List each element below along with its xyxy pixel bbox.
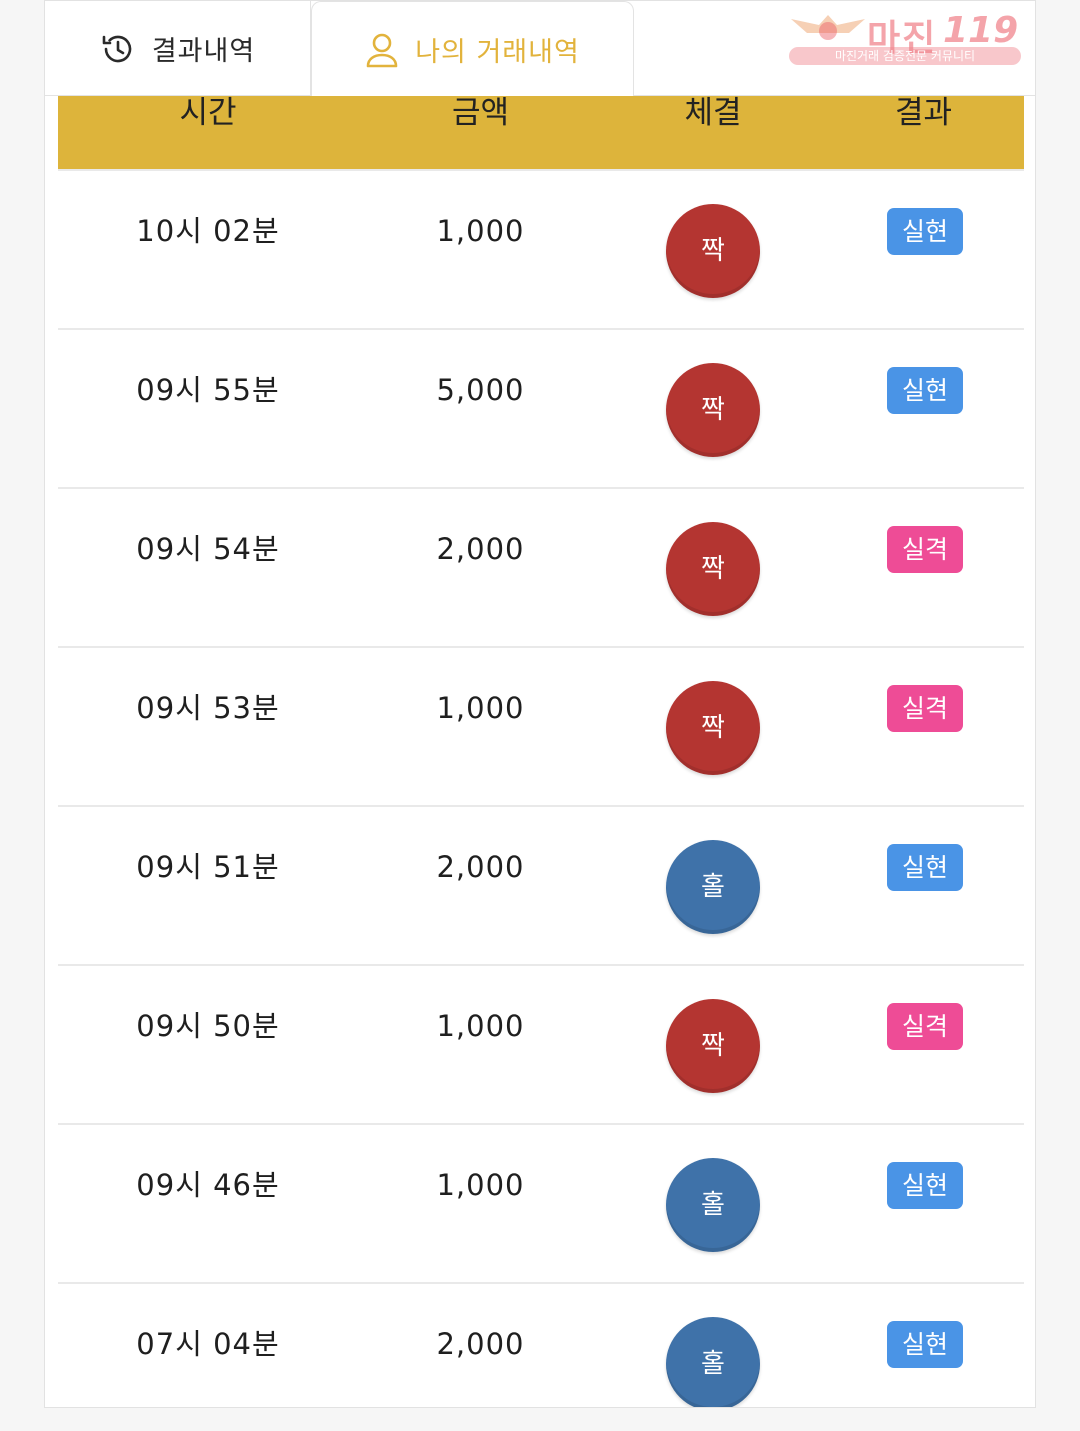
side-chip: 짝	[666, 522, 760, 616]
header-amount: 금액	[451, 95, 510, 131]
side-chip: 짝	[666, 999, 760, 1093]
table-row: 09시 51분 2,000 홀 실현	[58, 807, 1024, 966]
side-chip: 짝	[666, 681, 760, 775]
header-side: 체결	[684, 95, 742, 131]
result-badge: 실현	[887, 844, 963, 891]
row-time: 10시 02분	[136, 214, 280, 248]
watermark-subtitle: 마진거래 검증전문 커뮤니티	[789, 47, 1021, 65]
table-header: 시간 금액 체결 결과	[58, 96, 1024, 171]
table-row: 07시 04분 2,000 홀 실현	[58, 1284, 1024, 1407]
side-chip: 홀	[666, 840, 760, 934]
tab-my-trades[interactable]: 나의 거래내역	[311, 1, 634, 97]
user-icon	[365, 32, 399, 68]
table-row: 09시 55분 5,000 짝 실현	[58, 330, 1024, 489]
tab-results-label: 결과내역	[151, 36, 256, 67]
eagle-emblem-icon	[791, 15, 865, 40]
table-row: 09시 54분 2,000 짝 실격	[58, 489, 1024, 648]
table-row: 10시 02분 1,000 짝 실현	[58, 171, 1024, 330]
side-chip: 짝	[666, 204, 760, 298]
row-amount: 2,000	[436, 532, 525, 566]
row-time: 09시 51분	[136, 850, 280, 884]
tab-results[interactable]: 결과내역	[45, 1, 311, 96]
header-result: 결과	[894, 95, 953, 131]
side-chip: 짝	[666, 363, 760, 457]
watermark-number: 119	[943, 10, 1019, 51]
row-time: 07시 04분	[136, 1327, 280, 1361]
row-amount: 2,000	[436, 1327, 525, 1361]
row-time: 09시 46분	[136, 1168, 280, 1202]
tab-my-trades-label: 나의 거래내역	[415, 37, 580, 68]
table-row: 09시 46분 1,000 홀 실현	[58, 1125, 1024, 1284]
watermark-logo: 마진 119 마진거래 검증전문 커뮤니티	[789, 10, 1021, 65]
result-badge: 실현	[887, 1321, 963, 1368]
result-badge: 실현	[887, 367, 963, 414]
side-chip: 홀	[666, 1317, 760, 1407]
header-time: 시간	[179, 95, 237, 131]
side-chip: 홀	[666, 1158, 760, 1252]
table-row: 09시 53분 1,000 짝 실격	[58, 648, 1024, 807]
trade-history-panel: 결과내역 나의 거래내역 마진 119 마진거래 검증전문 커뮤니티 시간 금액…	[44, 0, 1036, 1408]
row-time: 09시 50분	[136, 1009, 280, 1043]
row-amount: 5,000	[436, 373, 525, 407]
table-row: 09시 50분 1,000 짝 실격	[58, 966, 1024, 1125]
row-time: 09시 55분	[136, 373, 280, 407]
tab-bar: 결과내역 나의 거래내역 마진 119 마진거래 검증전문 커뮤니티	[45, 1, 1035, 97]
row-amount: 1,000	[436, 691, 525, 725]
result-badge: 실격	[887, 526, 963, 573]
row-amount: 2,000	[436, 850, 525, 884]
row-time: 09시 54분	[136, 532, 280, 566]
row-amount: 1,000	[436, 214, 525, 248]
row-time: 09시 53분	[136, 691, 280, 725]
row-amount: 1,000	[436, 1009, 525, 1043]
result-badge: 실격	[887, 1003, 963, 1050]
trade-rows: 10시 02분 1,000 짝 실현 09시 55분 5,000 짝 실현 09…	[58, 171, 1024, 1407]
history-icon	[100, 31, 136, 67]
row-amount: 1,000	[436, 1168, 525, 1202]
result-badge: 실격	[887, 685, 963, 732]
result-badge: 실현	[887, 1162, 963, 1209]
result-badge: 실현	[887, 208, 963, 255]
